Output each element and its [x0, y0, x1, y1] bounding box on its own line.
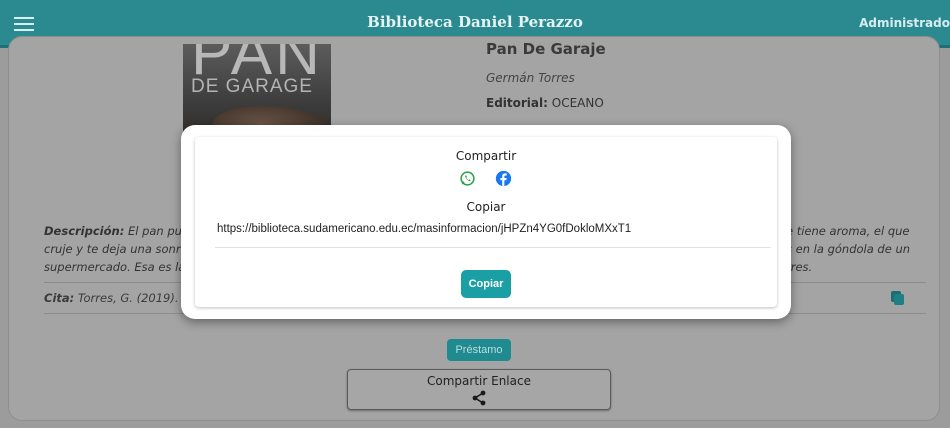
divider — [215, 247, 771, 248]
description-line: supermercado. Esa es la — [44, 260, 184, 274]
description-line: s en la góndola de un — [786, 242, 911, 256]
citation: Cita: Torres, G. (2019). Pa — [44, 291, 184, 305]
app-title: Biblioteca Daniel Perazzo — [367, 13, 583, 31]
description-line: e tiene aroma, el que — [786, 224, 910, 238]
copy-url-button[interactable]: Copiar — [461, 270, 511, 298]
editorial-value: OCEANO — [551, 96, 604, 110]
description-label: Descripción: — [44, 224, 125, 238]
description-line: rres. — [786, 260, 813, 274]
share-url-text[interactable]: https://biblioteca.sudamericano.edu.ec/m… — [217, 223, 631, 235]
copy-citation-icon[interactable] — [891, 291, 904, 305]
description-line: cruje y te deja una sonri — [44, 242, 184, 256]
citation-label: Cita: — [44, 291, 75, 305]
description-right-fragment: e tiene aroma, el que s en la góndola de… — [786, 222, 926, 276]
prestamo-button[interactable]: Préstamo — [447, 339, 511, 361]
share-dialog: Compartir Copiar https://biblioteca.suda… — [181, 125, 791, 319]
share-link-label: Compartir Enlace — [427, 374, 531, 388]
share-link-button[interactable]: Compartir Enlace — [347, 369, 611, 410]
user-menu[interactable]: Administrado — [859, 16, 950, 30]
share-dialog-content: Compartir Copiar https://biblioteca.suda… — [195, 137, 777, 307]
book-editorial: Editorial: OCEANO — [486, 96, 604, 110]
share-icon — [472, 390, 486, 406]
citation-text: Torres, G. (2019). Pa — [74, 291, 184, 305]
book-title: Pan De Garaje — [486, 40, 606, 58]
whatsapp-icon[interactable] — [459, 170, 476, 187]
book-author: Germán Torres — [486, 71, 575, 85]
description-line: El pan pue — [124, 224, 184, 238]
facebook-icon[interactable] — [495, 170, 512, 187]
cover-subtitle-text: DE GARAGE — [191, 76, 313, 97]
copy-title: Copiar — [466, 200, 506, 214]
editorial-label: Editorial: — [486, 96, 548, 110]
description-left-fragment: Descripción: El pan pue cruje y te deja … — [44, 222, 184, 276]
share-title: Compartir — [455, 149, 517, 163]
